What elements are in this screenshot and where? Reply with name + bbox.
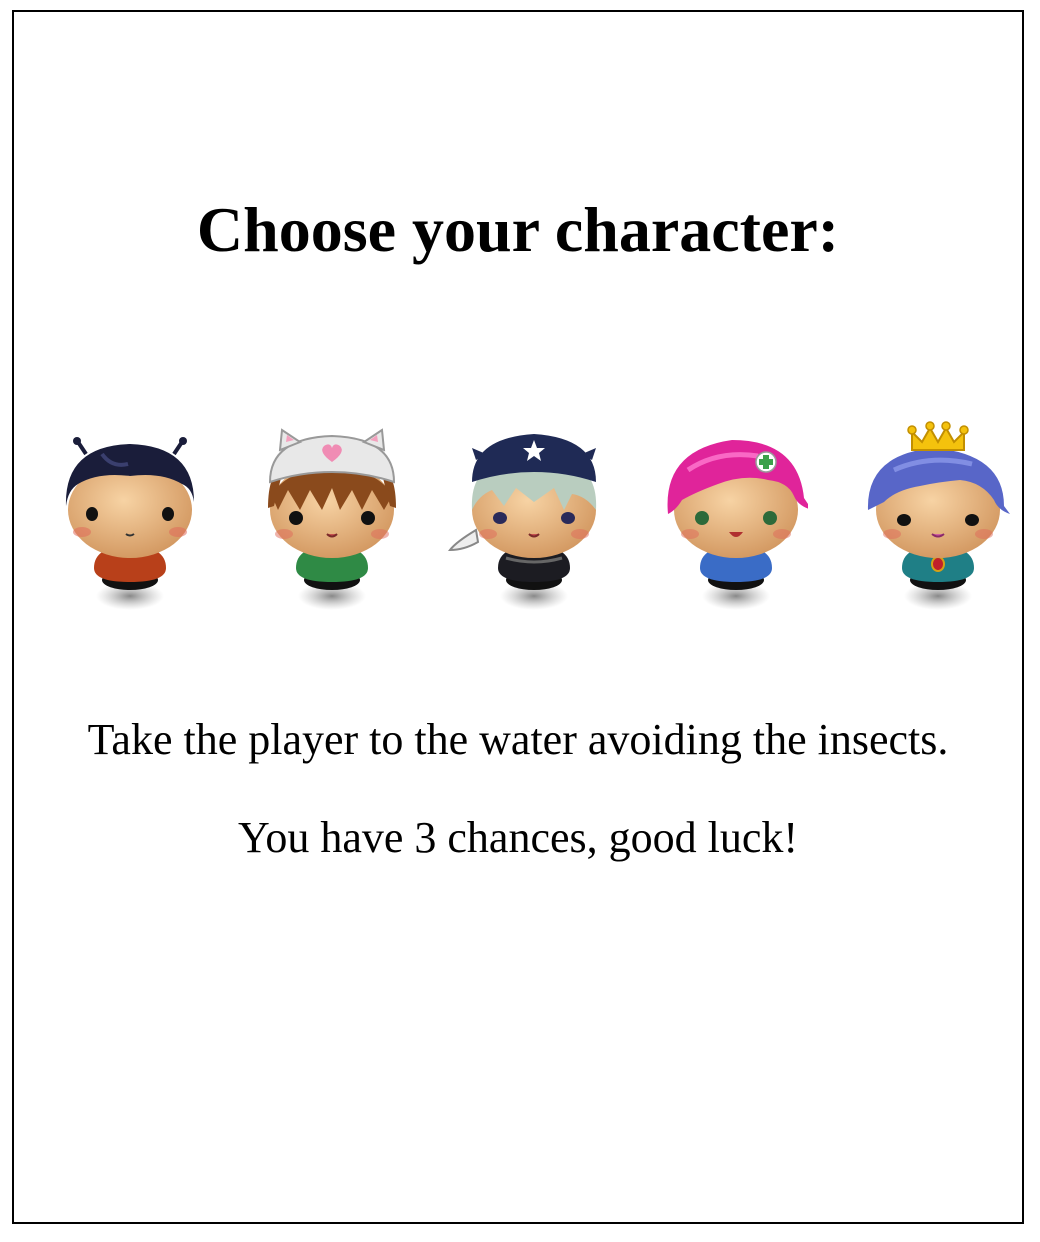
game-frame: Choose your character: Take the player t… [12,10,1024,1224]
character-boy-antennae[interactable] [42,410,202,620]
character-cat-hat-kid[interactable] [244,410,404,620]
character-picker [42,410,1022,620]
chances-text: You have 3 chances, good luck! [237,813,799,862]
ninja-kid-icon [447,434,597,610]
pink-hair-girl-icon [667,440,808,610]
instruction-text: Take the player to the water avoiding th… [87,715,949,764]
character-ninja-kid[interactable] [446,410,606,620]
princess-icon [867,421,1010,610]
character-pink-hair-girl[interactable] [648,410,808,620]
character-princess[interactable] [850,410,1010,620]
cat-hat-kid-icon [268,428,396,610]
page-title: Choose your character: [196,194,840,265]
boy-antennae-icon [65,437,194,610]
